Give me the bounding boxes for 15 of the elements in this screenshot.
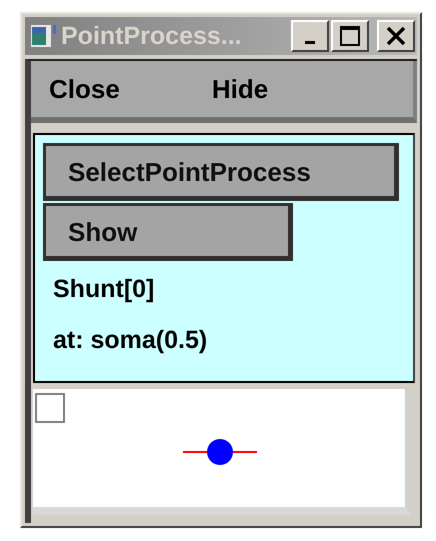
maximize-icon <box>339 25 361 47</box>
info-label: Shunt[0] <box>53 275 154 304</box>
menu-item[interactable]: Hide <box>206 70 274 108</box>
menu-item[interactable]: Close <box>43 70 126 108</box>
window-title: PointProcess... <box>61 22 243 50</box>
panel-button[interactable]: SelectPointProcess <box>43 143 399 201</box>
close-button[interactable] <box>377 20 415 52</box>
minimize-icon <box>305 40 315 44</box>
info-label: at: soma(0.5) <box>53 326 208 355</box>
close-icon <box>385 26 407 46</box>
corner-box[interactable] <box>35 393 65 423</box>
minimize-button[interactable] <box>291 20 329 52</box>
panel-button[interactable]: Show <box>43 203 293 261</box>
maximize-button[interactable] <box>331 20 369 52</box>
app-icon <box>31 25 57 47</box>
